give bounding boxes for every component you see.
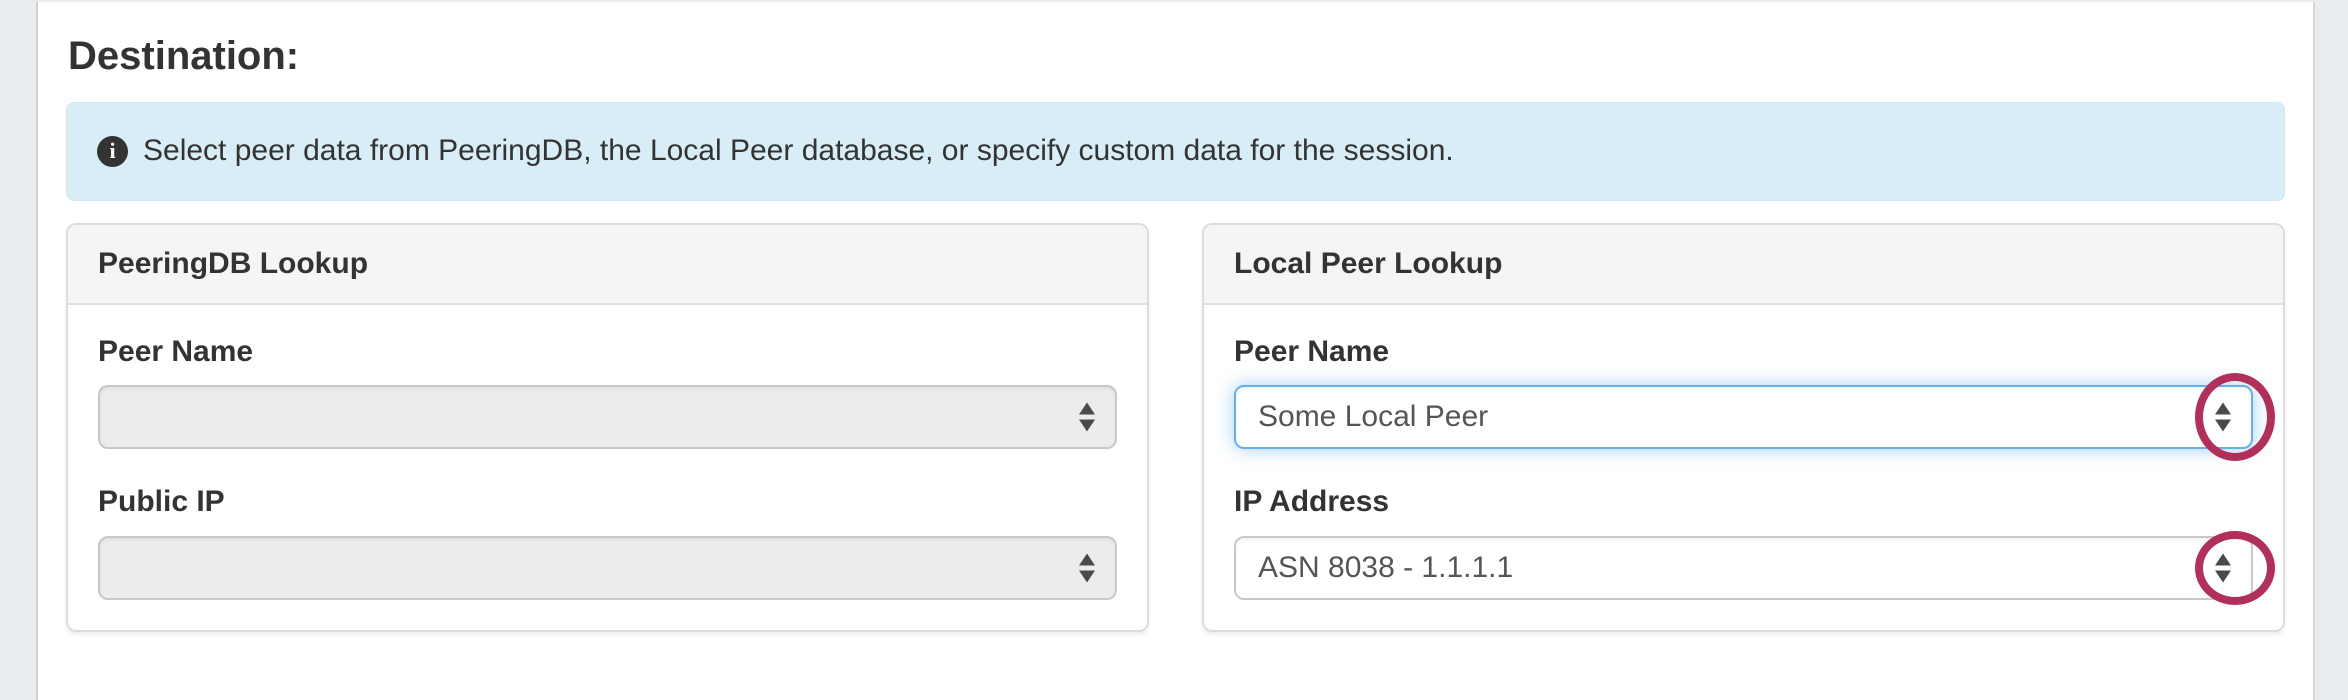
peeringdb-public-ip-field: Public IP: [98, 485, 1117, 600]
select-caret-icon: [2215, 403, 2231, 432]
top-divider: [0, 0, 2348, 2]
local-ip-address-select[interactable]: ASN 8038 - 1.1.1.1: [1234, 536, 2253, 600]
peeringdb-public-ip-select: [98, 536, 1117, 600]
peeringdb-lookup-panel-title: PeeringDB Lookup: [68, 225, 1147, 305]
peeringdb-public-ip-label: Public IP: [98, 485, 1117, 520]
peeringdb-peer-name-select-wrap: [98, 385, 1117, 449]
local-ip-address-select-value: ASN 8038 - 1.1.1.1: [1258, 551, 1513, 585]
peeringdb-lookup-panel-body: Peer Name Public IP: [68, 305, 1147, 630]
destination-section: Destination: i Select peer data from Pee…: [38, 2, 2313, 632]
local-ip-address-label: IP Address: [1234, 485, 2253, 520]
info-alert-text: Select peer data from PeeringDB, the Loc…: [143, 131, 1454, 172]
local-peer-lookup-panel-body: Peer Name Some Local Peer IP Address: [1204, 305, 2283, 630]
local-peer-lookup-panel: Local Peer Lookup Peer Name Some Local P…: [1202, 223, 2285, 632]
local-ip-address-field: IP Address ASN 8038 - 1.1.1.1: [1234, 485, 2253, 600]
local-peer-lookup-panel-title: Local Peer Lookup: [1204, 225, 2283, 305]
peeringdb-peer-name-field: Peer Name: [98, 335, 1117, 450]
local-ip-address-select-wrap: ASN 8038 - 1.1.1.1: [1234, 536, 2253, 600]
peeringdb-public-ip-select-wrap: [98, 536, 1117, 600]
peeringdb-lookup-panel: PeeringDB Lookup Peer Name Public: [66, 223, 1149, 632]
local-peer-name-select[interactable]: Some Local Peer: [1234, 385, 2253, 449]
info-circle-icon: i: [97, 136, 128, 167]
info-alert: i Select peer data from PeeringDB, the L…: [66, 102, 2285, 201]
peeringdb-peer-name-select: [98, 385, 1117, 449]
lookup-panels-row: PeeringDB Lookup Peer Name Public: [66, 223, 2285, 632]
peeringdb-peer-name-label: Peer Name: [98, 335, 1117, 370]
local-peer-name-field: Peer Name Some Local Peer: [1234, 335, 2253, 450]
select-caret-icon: [1079, 553, 1095, 582]
page-left-gutter: [0, 0, 38, 700]
page-right-gutter: [2313, 0, 2348, 700]
select-caret-icon: [2215, 553, 2231, 582]
local-peer-name-select-value: Some Local Peer: [1258, 400, 1488, 434]
local-peer-name-label: Peer Name: [1234, 335, 2253, 370]
page-title: Destination:: [68, 34, 2285, 78]
local-peer-name-select-wrap: Some Local Peer: [1234, 385, 2253, 449]
select-caret-icon: [1079, 403, 1095, 432]
